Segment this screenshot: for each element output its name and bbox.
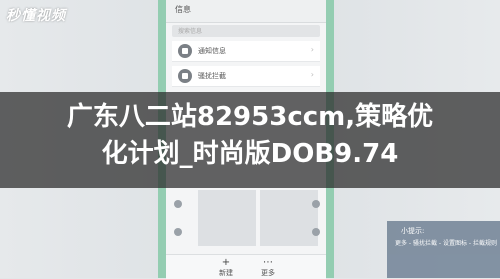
search-input[interactable]: 搜索信息 [172, 25, 320, 37]
dot-icon [174, 200, 182, 208]
chevron-right-icon: › [310, 70, 314, 79]
tip-text: 更多 - 骚扰拦截 - 设置图标 - 拦截规则 [395, 240, 497, 247]
phone-footer: + 新建 ⋯ 更多 [166, 254, 326, 279]
tip-title: 小提示: [401, 227, 425, 235]
list-item-label: 通知信息 [198, 47, 226, 55]
more-button-label: 更多 [261, 269, 275, 277]
thumbnail [260, 190, 318, 246]
watermark-logo: 秒懂视频 [6, 8, 66, 24]
content-placeholder [172, 190, 320, 246]
phone-header: 信息 [166, 0, 326, 23]
more-button[interactable]: ⋯ 更多 [248, 257, 288, 278]
dot-icon [174, 228, 182, 236]
list-item-notification[interactable]: 通知信息 › [172, 41, 320, 62]
headline-line-2: 化计划_时尚版DOB9.74 [101, 139, 399, 169]
dot-icon [312, 200, 320, 208]
headline-line-1: 广东八二站82953ccm,策略优 [66, 102, 434, 132]
chevron-right-icon: › [310, 45, 314, 54]
plus-icon: + [221, 257, 231, 268]
notification-icon [178, 44, 192, 58]
new-button-label: 新建 [219, 269, 233, 277]
list-item-block[interactable]: 骚扰拦截 › [172, 66, 320, 87]
thumbnail [198, 190, 256, 246]
more-icon: ⋯ [263, 257, 273, 268]
page-title: 信息 [175, 5, 191, 14]
dot-icon [312, 228, 320, 236]
new-button[interactable]: + 新建 [206, 257, 246, 278]
shield-icon [178, 69, 192, 83]
list-item-label: 骚扰拦截 [198, 72, 226, 80]
search-placeholder: 搜索信息 [178, 28, 203, 35]
tip-panel: 小提示: 更多 - 骚扰拦截 - 设置图标 - 拦截规则 [387, 221, 500, 278]
